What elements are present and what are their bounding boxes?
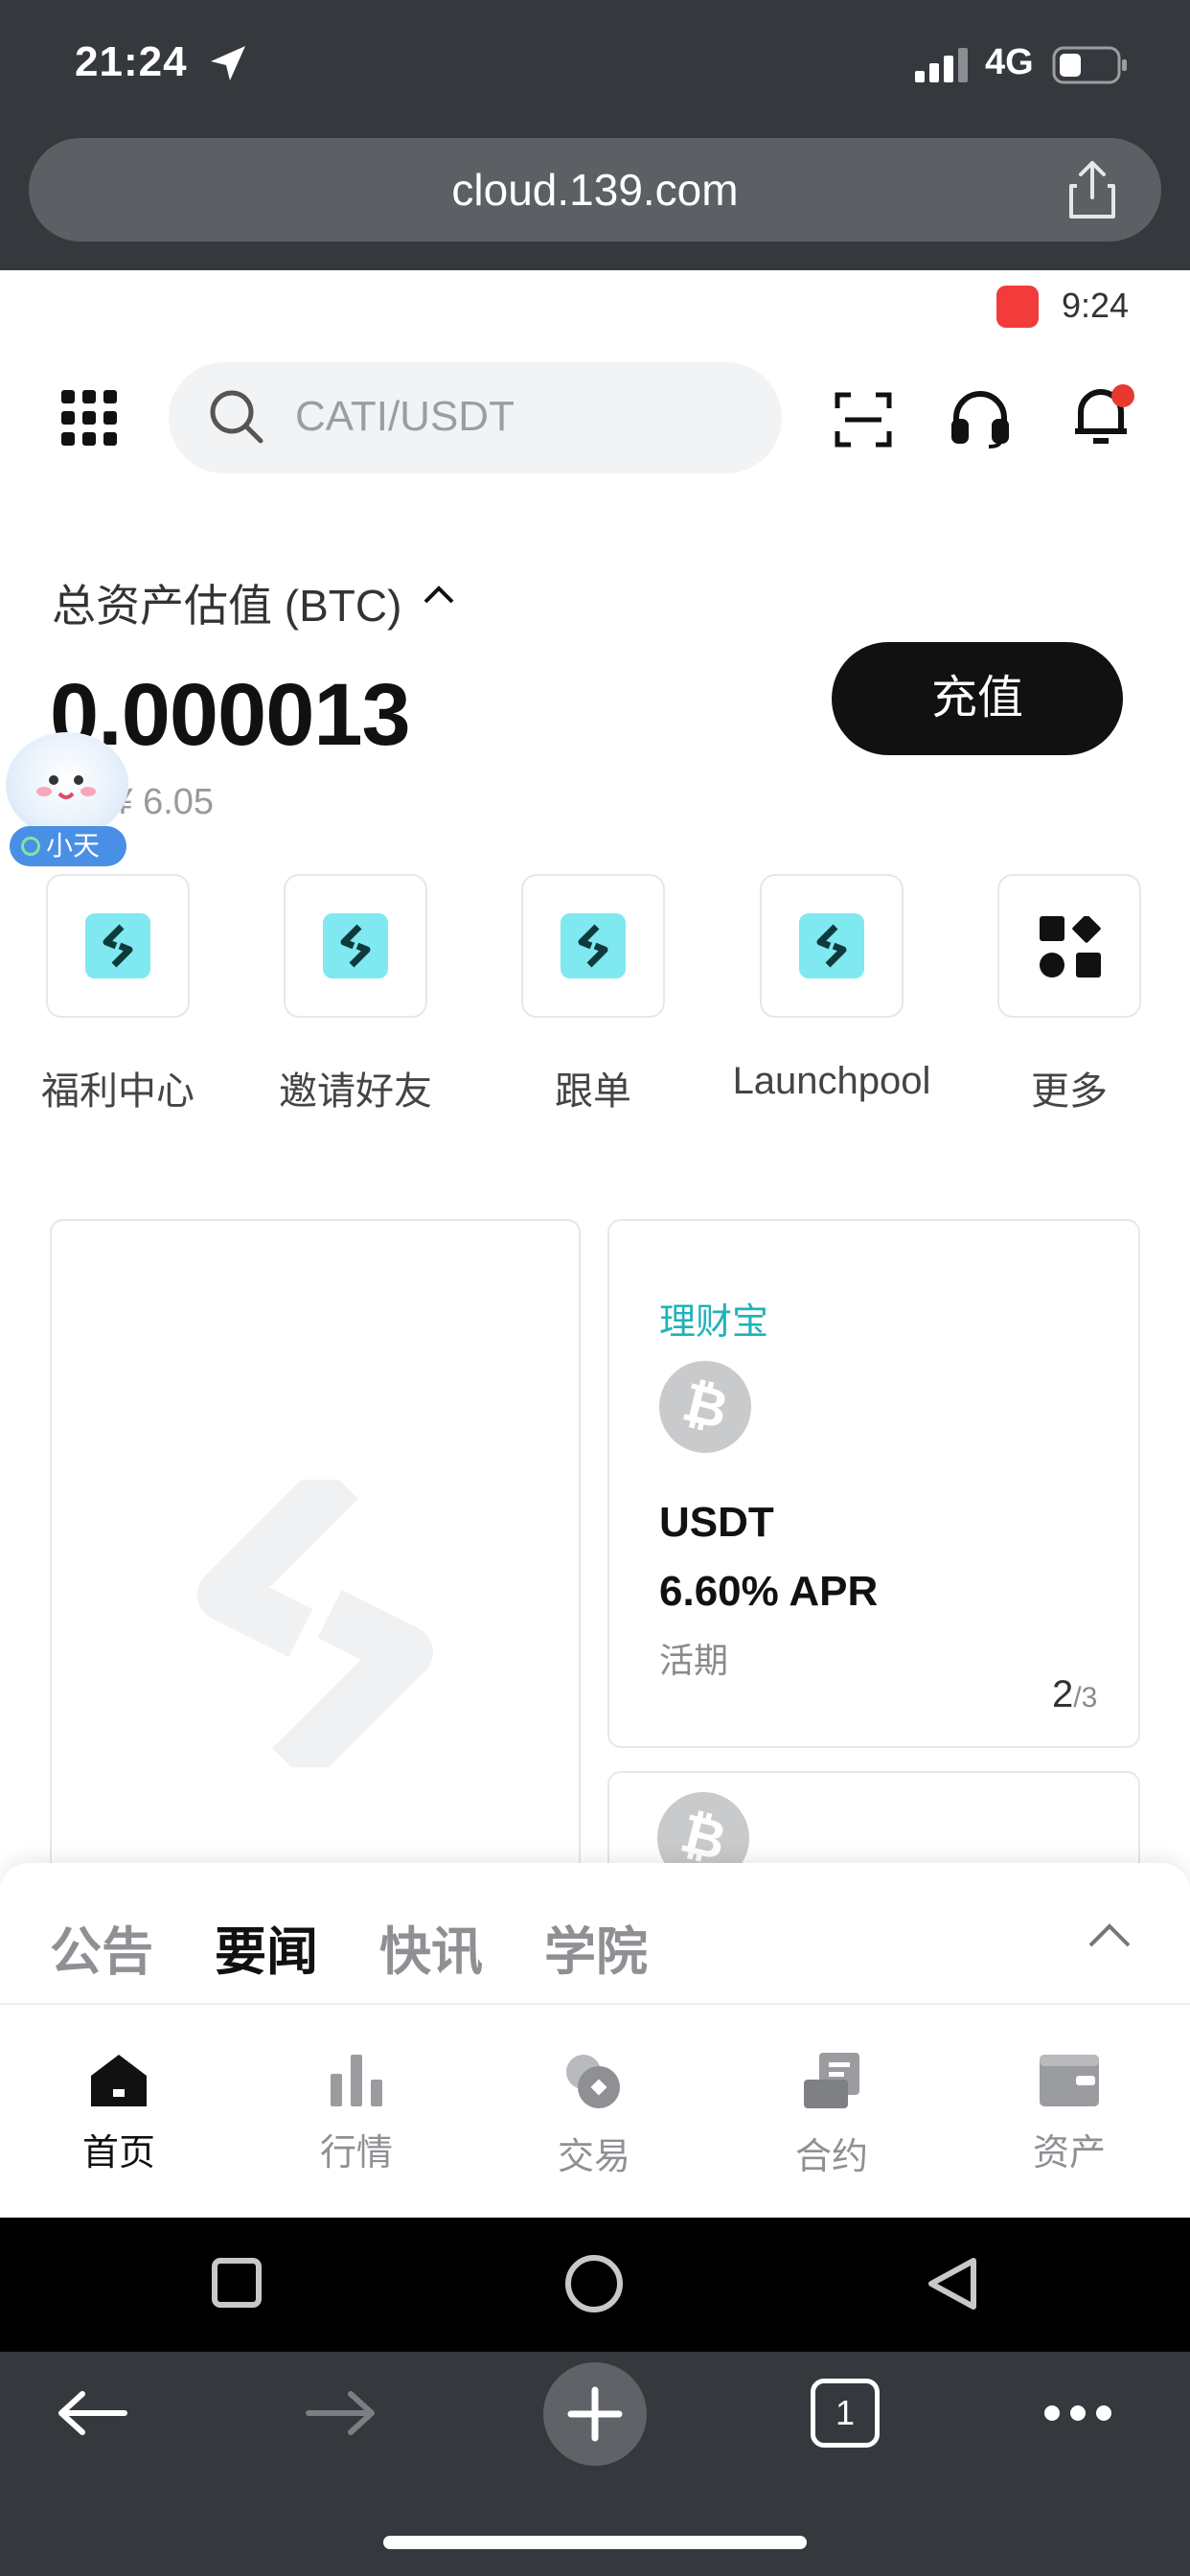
bitget-logo-icon [323,913,388,978]
recents-icon[interactable] [211,2257,263,2313]
more-icon[interactable] [1042,2404,1113,2427]
quick-action-label: 跟单 [555,1070,631,1113]
news-tab-announcement[interactable]: 公告 [50,1909,153,1985]
quick-action-label: 更多 [1031,1070,1108,1113]
nav-futures[interactable]: 合约 [765,2051,899,2179]
bitget-logo-icon [85,913,150,978]
news-tab-academy[interactable]: 学院 [544,1909,648,1985]
carousel-pager: 2/3 [1052,1673,1097,1716]
pager-current: 2 [1052,1673,1074,1715]
headset-icon[interactable] [949,387,1012,455]
forward-arrow-icon[interactable] [305,2390,378,2441]
chevron-up-icon[interactable] [1087,1920,1133,1954]
wallet-icon [1002,2051,1136,2113]
tab-count-button[interactable]: 1 [811,2379,880,2448]
quick-action-label: 福利中心 [41,1070,195,1113]
nav-market[interactable]: 行情 [289,2051,423,2175]
home-circle-icon[interactable] [563,2253,625,2319]
quick-action-label: Launchpool [732,1060,931,1102]
nav-label: 交易 [557,2137,630,2177]
nav-home[interactable]: 首页 [52,2051,186,2175]
scan-icon[interactable] [834,391,893,453]
svg-text:₿: ₿ [676,1370,734,1441]
signal-icon [915,48,973,87]
quick-action-launchpool[interactable] [760,874,904,1018]
quick-action-invite[interactable] [284,874,427,1018]
bitcoin-icon: ₿ [659,1361,751,1453]
page-clock: 9:24 [1062,286,1130,325]
nav-label: 合约 [794,2137,868,2177]
total-asset-label: 总资产估值 (BTC) [52,581,402,631]
search-placeholder: CATI/USDT [295,393,515,440]
quick-action-welfare[interactable] [46,874,190,1018]
shapes-icon [1040,914,1103,984]
chevron-up-icon[interactable] [422,583,456,612]
assistant-label: 小天 [46,831,101,861]
deposit-button[interactable]: 充值 [832,642,1123,755]
nav-label: 行情 [319,2133,393,2174]
back-triangle-icon[interactable] [924,2255,979,2317]
news-tab-flash[interactable]: 快讯 [379,1909,483,1985]
nav-assets[interactable]: 资产 [1002,2051,1136,2175]
bitget-logo-icon [799,913,864,978]
finance-apr: 6.60% APR [659,1568,879,1615]
notification-dot [1111,384,1134,407]
nav-trade[interactable]: 交易 [527,2051,661,2179]
banner-card[interactable] [50,1219,581,1890]
finance-type: 活期 [659,1641,729,1680]
bitget-logo-icon [561,913,626,978]
online-dot [21,837,40,856]
nav-label: 资产 [1032,2133,1106,2174]
battery-icon [1052,46,1129,89]
address-bar[interactable]: cloud.139.com [29,138,1161,242]
home-icon [52,2051,186,2113]
menu-grid-icon[interactable] [61,390,117,450]
bar-chart-icon [289,2051,423,2113]
network-type: 4G [985,42,1034,82]
share-icon[interactable] [1064,159,1121,225]
bitget-watermark-icon [186,1460,454,1786]
divider [0,2003,1190,2005]
finance-coin: USDT [659,1499,774,1546]
app-badge-icon [996,286,1039,328]
trade-icon [527,2051,661,2117]
quick-action-copytrade[interactable] [521,874,665,1018]
new-tab-button[interactable] [542,2361,648,2472]
news-tab-headlines[interactable]: 要闻 [215,1909,318,1985]
url-text: cloud.139.com [451,165,739,215]
nav-label: 首页 [81,2133,155,2174]
search-icon [207,387,266,451]
status-time: 21:24 [75,38,188,85]
quick-action-label: 邀请好友 [279,1070,432,1113]
location-arrow-icon [207,42,249,89]
assistant-mascot-icon[interactable] [6,732,128,838]
home-indicator [383,2536,807,2549]
finance-card-title: 理财宝 [659,1302,769,1343]
back-arrow-icon[interactable] [56,2390,128,2441]
contract-icon [765,2051,899,2117]
quick-action-more[interactable] [997,874,1141,1018]
pager-total: /3 [1073,1682,1098,1714]
